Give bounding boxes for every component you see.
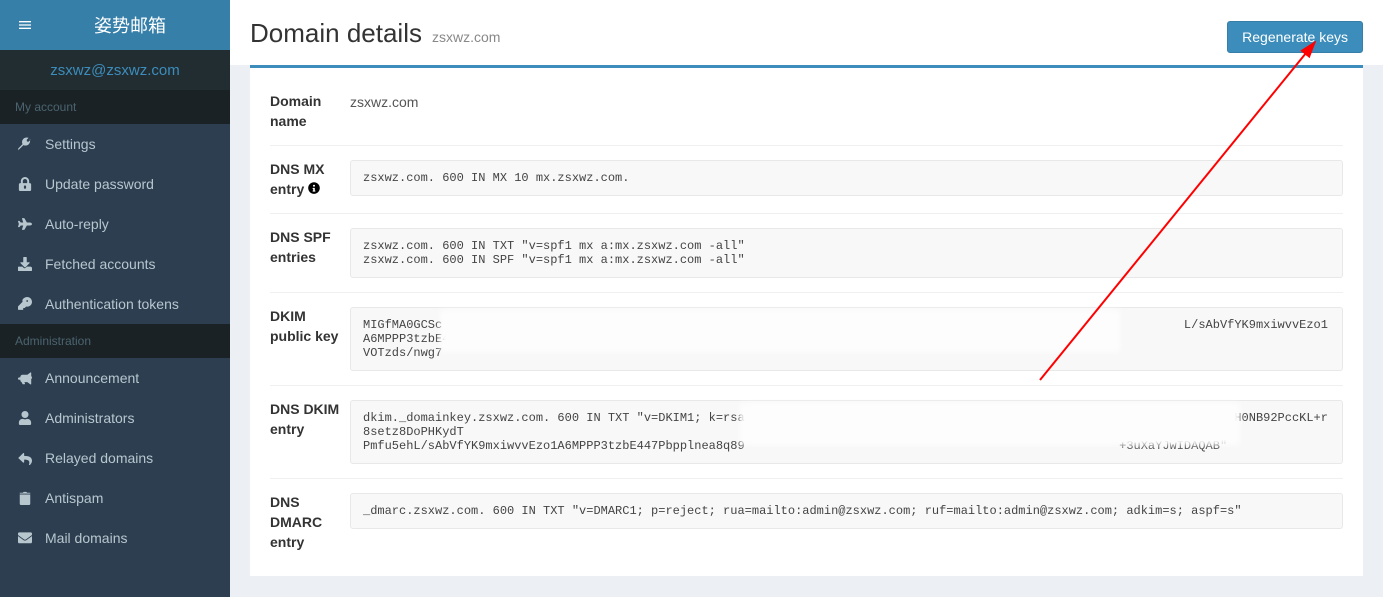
value-spf[interactable]: zsxwz.com. 600 IN TXT "v=spf1 mx a:mx.zs… [350,228,1343,278]
redaction-blur [440,310,1120,352]
page-header: Domain details zsxwz.com Regenerate keys [230,0,1383,65]
download-icon [15,257,35,271]
row-mx: DNS MX entry zsxwz.com. 600 IN MX 10 mx.… [270,146,1343,214]
topbar: 姿势邮箱 [0,0,230,50]
sidebar-item-announcement[interactable]: Announcement [0,358,230,398]
nav-label: Relayed domains [45,450,153,466]
section-my-account: My account [0,90,230,124]
nav-label: Authentication tokens [45,296,179,312]
wrench-icon [15,137,35,151]
sidebar-item-update-password[interactable]: Update password [0,164,230,204]
main-content: Domain details zsxwz.com Regenerate keys… [230,0,1383,597]
section-administration: Administration [0,324,230,358]
label-mx: DNS MX entry [270,160,350,199]
hamburger-icon[interactable] [0,0,50,50]
value-dmarc[interactable]: _dmarc.zsxwz.com. 600 IN TXT "v=DMARC1; … [350,493,1343,529]
row-domain-name: Domain name zsxwz.com [270,78,1343,146]
nav-label: Announcement [45,370,139,386]
nav-label: Auto-reply [45,216,109,232]
sidebar-item-relayed-domains[interactable]: Relayed domains [0,438,230,478]
regenerate-keys-button[interactable]: Regenerate keys [1227,21,1363,53]
lock-icon [15,177,35,191]
warning-icon [308,180,320,200]
redaction-blur [740,403,1240,445]
row-dkim-pub: DKIM public key MIGfMA0GCSc L/sAbVfYK9mx… [270,293,1343,386]
page-subtitle: zsxwz.com [432,29,500,45]
bullhorn-icon [15,371,35,385]
label-dkim-entry: DNS DKIM entry [270,400,350,464]
nav-label: Fetched accounts [45,256,156,272]
row-dkim-entry: DNS DKIM entry dkim._domainkey.zsxwz.com… [270,386,1343,479]
sidebar-item-settings[interactable]: Settings [0,124,230,164]
value-domain-name: zsxwz.com [350,92,1343,131]
nav-label: Settings [45,136,96,152]
nav-label: Administrators [45,410,134,426]
nav-label: Antispam [45,490,103,506]
key-icon [15,297,35,311]
reply-icon [15,451,35,465]
sidebar-item-mail-domains[interactable]: Mail domains [0,518,230,558]
user-icon [15,411,35,425]
sidebar-item-auto-reply[interactable]: Auto-reply [0,204,230,244]
trash-icon [15,491,35,505]
page-title: Domain details [250,18,422,49]
row-dmarc: DNS DMARC entry _dmarc.zsxwz.com. 600 IN… [270,479,1343,566]
value-mx[interactable]: zsxwz.com. 600 IN MX 10 mx.zsxwz.com. [350,160,1343,196]
sidebar-item-auth-tokens[interactable]: Authentication tokens [0,284,230,324]
label-dmarc: DNS DMARC entry [270,493,350,552]
row-spf: DNS SPF entries zsxwz.com. 600 IN TXT "v… [270,214,1343,293]
details-panel: Domain name zsxwz.com DNS MX entry zsxwz… [250,68,1363,576]
sidebar-item-fetched-accounts[interactable]: Fetched accounts [0,244,230,284]
label-dkim-pub: DKIM public key [270,307,350,371]
sidebar: 姿势邮箱 zsxwz@zsxwz.com My account Settings… [0,0,230,597]
brand-title: 姿势邮箱 [50,12,230,38]
nav-label: Update password [45,176,154,192]
label-domain-name: Domain name [270,92,350,131]
user-email[interactable]: zsxwz@zsxwz.com [0,50,230,90]
envelope-icon [15,531,35,545]
label-spf: DNS SPF entries [270,228,350,278]
sidebar-item-antispam[interactable]: Antispam [0,478,230,518]
plane-icon [15,217,35,231]
sidebar-item-administrators[interactable]: Administrators [0,398,230,438]
nav-label: Mail domains [45,530,127,546]
